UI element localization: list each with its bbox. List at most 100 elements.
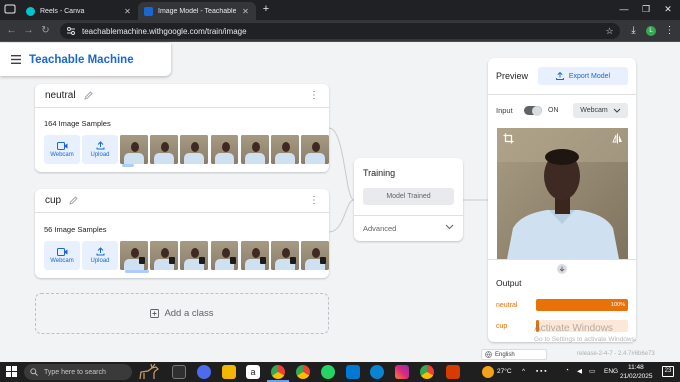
network-icon[interactable]: ◔ xyxy=(565,367,569,374)
input-toggle-switch[interactable] xyxy=(524,105,542,116)
activate-windows-title: Activate Windows xyxy=(534,323,613,334)
office-icon[interactable] xyxy=(446,365,460,379)
file-explorer-icon[interactable] xyxy=(222,365,236,379)
flip-camera-icon[interactable] xyxy=(612,133,623,144)
thumbnail-scroll-indicator[interactable] xyxy=(125,270,149,273)
notification-center-icon[interactable]: 23 xyxy=(662,366,674,377)
sample-thumbnail[interactable] xyxy=(301,135,329,164)
sample-thumbnail[interactable] xyxy=(210,135,239,164)
thumbnail-scroll-indicator[interactable] xyxy=(122,164,134,167)
toggle-state: ON xyxy=(548,107,559,114)
class-name[interactable]: cup xyxy=(45,195,61,206)
chevron-down-icon[interactable] xyxy=(445,224,454,230)
weather-sun-icon xyxy=(482,366,494,378)
whatsapp-icon[interactable] xyxy=(321,365,335,379)
advanced-toggle-label[interactable]: Advanced xyxy=(363,224,396,233)
preview-title: Preview xyxy=(496,71,529,81)
instagram-icon[interactable] xyxy=(395,365,409,379)
upload-button[interactable]: Upload xyxy=(82,135,118,164)
webcam-preview xyxy=(497,128,628,259)
webcam-icon xyxy=(56,247,67,256)
clock-time[interactable]: 11:48 xyxy=(628,364,644,371)
amazon-icon[interactable]: a xyxy=(246,365,260,379)
language-select[interactable]: English xyxy=(481,349,547,360)
upload-icon xyxy=(96,141,104,150)
upload-button[interactable]: Upload xyxy=(82,241,118,270)
battery-icon[interactable]: ▭ xyxy=(589,367,595,375)
search-icon xyxy=(30,368,38,376)
sample-thumbnail[interactable] xyxy=(120,241,148,270)
input-label: Input xyxy=(496,106,513,115)
class-options-icon[interactable]: ⋮ xyxy=(309,90,319,101)
output-label-cup: cup xyxy=(496,323,508,330)
task-view-icon[interactable] xyxy=(172,365,186,379)
chrome-alt-icon[interactable] xyxy=(420,365,434,379)
copilot-icon[interactable] xyxy=(197,365,211,379)
store-icon[interactable] xyxy=(346,365,360,379)
webcam-label: Webcam xyxy=(50,151,74,158)
sample-thumbnail[interactable] xyxy=(180,241,209,270)
sample-thumbnail[interactable] xyxy=(210,241,239,270)
add-box-icon xyxy=(150,309,160,318)
activate-windows-subtitle: Go to Settings to activate Windows. xyxy=(534,336,637,343)
output-title: Output xyxy=(496,278,522,288)
app-header: Teachable Machine xyxy=(0,43,171,76)
add-class-label: Add a class xyxy=(164,308,214,319)
chrome-icon[interactable] xyxy=(271,365,285,379)
edit-pencil-icon[interactable] xyxy=(69,196,78,205)
webcam-button[interactable]: Webcam xyxy=(44,135,80,164)
training-title: Training xyxy=(363,168,396,178)
class-options-icon[interactable]: ⋮ xyxy=(309,195,319,206)
class-card-cup: cup ⋮ 56 Image Samples Webcam Upload xyxy=(35,189,329,278)
edge-icon[interactable] xyxy=(370,365,384,379)
sample-thumbnails[interactable] xyxy=(120,241,329,270)
sample-thumbnail[interactable] xyxy=(150,241,178,270)
windows-start-icon[interactable] xyxy=(6,366,17,377)
search-placeholder: Type here to search xyxy=(44,368,106,376)
crop-icon[interactable] xyxy=(503,133,514,144)
upload-label: Upload xyxy=(90,152,110,158)
webcam-label: Webcam xyxy=(50,257,74,264)
class-name[interactable]: neutral xyxy=(45,90,76,101)
arrow-down-icon xyxy=(557,264,567,274)
webcam-frame-image xyxy=(497,128,628,259)
upload-icon xyxy=(555,72,564,80)
sample-thumbnail[interactable] xyxy=(120,135,148,164)
divider xyxy=(488,94,636,95)
webcam-icon xyxy=(56,141,67,150)
input-language[interactable]: ENG xyxy=(604,368,618,375)
tray-app-icons[interactable]: ▪ ▪ ▪ xyxy=(536,368,547,375)
model-trained-button[interactable]: Model Trained xyxy=(363,188,454,205)
clock-date[interactable]: 21/02/2025 xyxy=(620,373,653,380)
divider xyxy=(354,215,463,216)
sample-thumbnail[interactable] xyxy=(271,135,299,164)
webcam-button[interactable]: Webcam xyxy=(44,241,80,270)
toggle-knob xyxy=(532,105,542,116)
export-label: Export Model xyxy=(568,72,611,80)
version-text: release-2-4-7 - 2.4.7#6b6e73 xyxy=(577,351,655,357)
weather-temperature[interactable]: 27°C xyxy=(497,368,512,375)
hamburger-menu-icon[interactable] xyxy=(11,55,21,64)
upload-label: Upload xyxy=(90,258,110,264)
output-label-neutral: neutral xyxy=(496,302,518,309)
sample-thumbnail[interactable] xyxy=(150,135,178,164)
sample-thumbnail[interactable] xyxy=(240,135,269,164)
taskbar-search-box[interactable]: Type here to search xyxy=(24,364,132,380)
sample-thumbnail[interactable] xyxy=(240,241,269,270)
chrome-profile-icon[interactable] xyxy=(296,365,310,379)
input-source-select[interactable]: Webcam xyxy=(573,103,628,118)
export-model-button[interactable]: Export Model xyxy=(538,67,628,85)
tray-chevron-icon[interactable]: ^ xyxy=(522,368,525,375)
language-value: English xyxy=(495,351,515,358)
add-class-button[interactable]: Add a class xyxy=(35,293,329,334)
sample-thumbnails[interactable] xyxy=(120,135,329,164)
source-select-value: Webcam xyxy=(580,107,608,114)
chevron-down-icon xyxy=(613,108,621,113)
volume-icon[interactable]: ◀ xyxy=(577,367,582,375)
sample-thumbnail[interactable] xyxy=(301,241,329,270)
samples-count: 56 Image Samples xyxy=(44,225,107,234)
sample-thumbnail[interactable] xyxy=(271,241,299,270)
edit-pencil-icon[interactable] xyxy=(83,91,93,100)
sample-thumbnail[interactable] xyxy=(180,135,209,164)
samples-count: 164 Image Samples xyxy=(44,119,111,128)
